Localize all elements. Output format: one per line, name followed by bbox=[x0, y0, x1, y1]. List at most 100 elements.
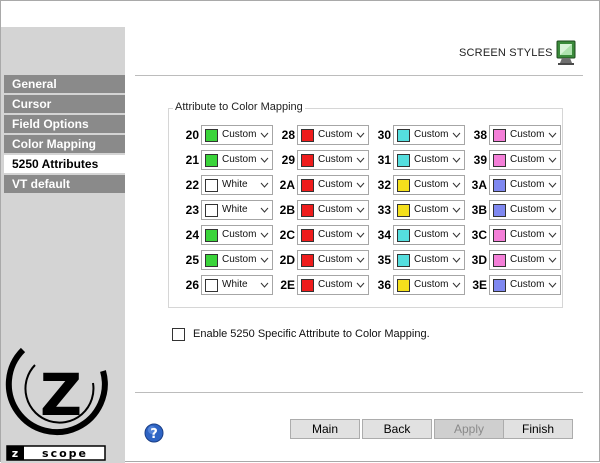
chevron-down-icon bbox=[452, 232, 461, 238]
color-name: Custom bbox=[510, 254, 545, 265]
color-name: Custom bbox=[510, 154, 545, 165]
attribute-code: 26 bbox=[185, 278, 199, 292]
sidebar-item-vt-default[interactable]: VT default bbox=[4, 175, 125, 193]
sidebar: General Cursor Field Options Color Mappi… bbox=[1, 27, 125, 463]
attribute-32: 32 Custom bbox=[367, 175, 465, 195]
attribute-3e: 3E Custom bbox=[463, 275, 561, 295]
attribute-39: 39 Custom bbox=[463, 150, 561, 170]
attribute-22: 22 White bbox=[175, 175, 273, 195]
color-swatch bbox=[301, 279, 314, 292]
color-select-3c[interactable]: Custom bbox=[489, 225, 561, 245]
chevron-down-icon bbox=[548, 157, 557, 163]
sidebar-item-cursor[interactable]: Cursor bbox=[4, 95, 125, 113]
color-swatch bbox=[397, 204, 410, 217]
color-select-3b[interactable]: Custom bbox=[489, 200, 561, 220]
color-select-36[interactable]: Custom bbox=[393, 275, 465, 295]
attribute-code: 35 bbox=[377, 253, 391, 267]
back-button[interactable]: Back bbox=[362, 419, 432, 439]
attribute-code: 39 bbox=[473, 153, 487, 167]
color-name: Custom bbox=[318, 229, 353, 240]
color-select-35[interactable]: Custom bbox=[393, 250, 465, 270]
chevron-down-icon bbox=[548, 232, 557, 238]
color-name: Custom bbox=[318, 279, 353, 290]
sidebar-item-color-mapping[interactable]: Color Mapping bbox=[4, 135, 125, 153]
attribute-code: 34 bbox=[377, 228, 391, 242]
attribute-36: 36 Custom bbox=[367, 275, 465, 295]
enable-5250-mapping-checkbox[interactable] bbox=[172, 328, 185, 341]
attribute-code: 2A bbox=[279, 178, 295, 192]
apply-button[interactable]: Apply bbox=[434, 419, 504, 439]
chevron-down-icon bbox=[260, 132, 269, 138]
color-select-28[interactable]: Custom bbox=[297, 125, 369, 145]
color-select-21[interactable]: Custom bbox=[201, 150, 273, 170]
attribute-20: 20 Custom bbox=[175, 125, 273, 145]
color-swatch bbox=[301, 129, 314, 142]
attribute-code: 20 bbox=[185, 128, 199, 142]
chevron-down-icon bbox=[452, 207, 461, 213]
attribute-code: 29 bbox=[281, 153, 295, 167]
color-select-23[interactable]: White bbox=[201, 200, 273, 220]
help-icon[interactable]: ? bbox=[144, 423, 164, 443]
color-swatch bbox=[397, 129, 410, 142]
main-button[interactable]: Main bbox=[290, 419, 360, 439]
color-select-39[interactable]: Custom bbox=[489, 150, 561, 170]
color-select-29[interactable]: Custom bbox=[297, 150, 369, 170]
color-select-3a[interactable]: Custom bbox=[489, 175, 561, 195]
chevron-down-icon bbox=[356, 257, 365, 263]
color-select-31[interactable]: Custom bbox=[393, 150, 465, 170]
sidebar-item-general[interactable]: General bbox=[4, 75, 125, 93]
color-swatch bbox=[205, 154, 218, 167]
color-select-2d[interactable]: Custom bbox=[297, 250, 369, 270]
color-select-38[interactable]: Custom bbox=[489, 125, 561, 145]
screen-styles-dialog: General Cursor Field Options Color Mappi… bbox=[0, 0, 600, 463]
attribute-2b: 2B Custom bbox=[271, 200, 369, 220]
chevron-down-icon bbox=[452, 182, 461, 188]
attribute-35: 35 Custom bbox=[367, 250, 465, 270]
color-swatch bbox=[301, 254, 314, 267]
color-select-2b[interactable]: Custom bbox=[297, 200, 369, 220]
color-select-24[interactable]: Custom bbox=[201, 225, 273, 245]
attribute-code: 3E bbox=[472, 278, 487, 292]
sidebar-item-field-options[interactable]: Field Options bbox=[4, 115, 125, 133]
color-select-30[interactable]: Custom bbox=[393, 125, 465, 145]
chevron-down-icon bbox=[356, 157, 365, 163]
attribute-31: 31 Custom bbox=[367, 150, 465, 170]
enable-5250-mapping-label[interactable]: Enable 5250 Specific Attribute to Color … bbox=[193, 328, 430, 340]
attribute-26: 26 White bbox=[175, 275, 273, 295]
color-select-34[interactable]: Custom bbox=[393, 225, 465, 245]
color-swatch bbox=[205, 279, 218, 292]
color-select-2c[interactable]: Custom bbox=[297, 225, 369, 245]
color-select-20[interactable]: Custom bbox=[201, 125, 273, 145]
chevron-down-icon bbox=[356, 132, 365, 138]
attribute-33: 33 Custom bbox=[367, 200, 465, 220]
color-swatch bbox=[397, 154, 410, 167]
color-swatch bbox=[205, 254, 218, 267]
color-select-2e[interactable]: Custom bbox=[297, 275, 369, 295]
finish-button[interactable]: Finish bbox=[503, 419, 573, 439]
color-select-3d[interactable]: Custom bbox=[489, 250, 561, 270]
color-name: Custom bbox=[510, 204, 545, 215]
chevron-down-icon bbox=[356, 282, 365, 288]
header-divider bbox=[135, 75, 583, 76]
color-select-25[interactable]: Custom bbox=[201, 250, 273, 270]
color-name: Custom bbox=[510, 179, 545, 190]
color-select-22[interactable]: White bbox=[201, 175, 273, 195]
attribute-color-mapping-group: Attribute to Color Mapping 20 Custom 21 … bbox=[168, 101, 563, 308]
color-select-32[interactable]: Custom bbox=[393, 175, 465, 195]
chevron-down-icon bbox=[260, 232, 269, 238]
color-select-3e[interactable]: Custom bbox=[489, 275, 561, 295]
color-select-33[interactable]: Custom bbox=[393, 200, 465, 220]
chevron-down-icon bbox=[356, 182, 365, 188]
attribute-code: 22 bbox=[185, 178, 199, 192]
color-name: White bbox=[222, 179, 248, 190]
color-select-2a[interactable]: Custom bbox=[297, 175, 369, 195]
color-swatch bbox=[397, 254, 410, 267]
attribute-24: 24 Custom bbox=[175, 225, 273, 245]
attribute-28: 28 Custom bbox=[271, 125, 369, 145]
color-swatch bbox=[493, 254, 506, 267]
sidebar-item-5250-attributes[interactable]: 5250 Attributes bbox=[4, 155, 125, 173]
color-select-26[interactable]: White bbox=[201, 275, 273, 295]
chevron-down-icon bbox=[452, 132, 461, 138]
color-name: Custom bbox=[414, 129, 449, 140]
color-name: Custom bbox=[414, 279, 449, 290]
